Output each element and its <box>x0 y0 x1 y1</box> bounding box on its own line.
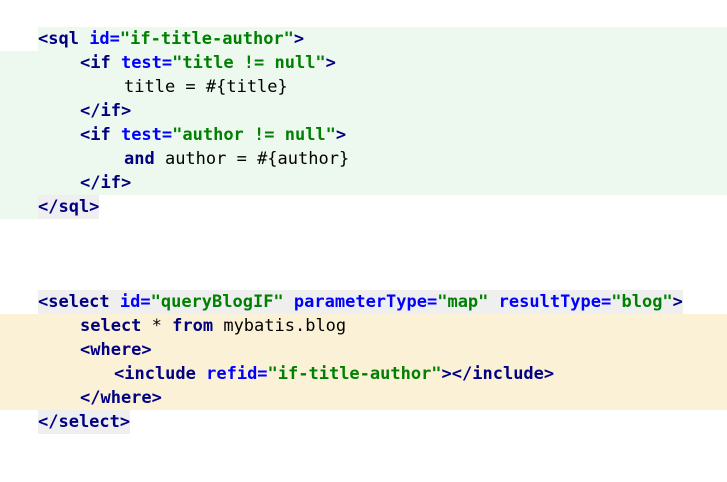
code-token: * <box>141 316 173 336</box>
code-token: "if-title-author" <box>119 29 294 49</box>
code-token: resultType= <box>498 292 612 312</box>
code-token: and <box>124 149 155 169</box>
code-token: </where> <box>80 388 162 408</box>
code-editor[interactable]: <sql id="if-title-author"> <if test="tit… <box>0 0 727 441</box>
code-token: <include <box>114 364 207 384</box>
code-token: <sql <box>38 29 90 49</box>
code-token: "queryBlogIF" <box>150 292 284 312</box>
code-token: <select <box>38 292 120 312</box>
code-token: "title != null" <box>172 53 326 73</box>
code-line: </if> <box>0 171 727 195</box>
line-5-text: and author = #{author} <box>124 147 349 171</box>
code-token: > <box>672 292 683 312</box>
code-token: > <box>335 125 347 145</box>
code-line: <if test="title != null"> <box>0 51 727 75</box>
code-token: </if> <box>80 173 132 193</box>
code-line: and author = #{author} <box>0 147 727 171</box>
code-token: <if <box>80 53 121 73</box>
code-line: <include refid="if-title-author"></inclu… <box>0 362 727 386</box>
code-line: </where> <box>0 386 727 410</box>
code-line: <select id="queryBlogIF" parameterType="… <box>0 290 727 314</box>
code-token: > <box>325 53 336 73</box>
code-line: <sql id="if-title-author"> <box>0 27 727 51</box>
code-line: </sql> <box>0 195 727 219</box>
code-line: <if test="author != null"> <box>0 123 727 147</box>
code-token: </select> <box>38 412 131 432</box>
line-1-text: <if test="title != null"> <box>80 51 336 75</box>
code-token: "author != null" <box>172 125 336 145</box>
code-line: title = #{title} <box>0 75 727 99</box>
code-line: </if> <box>0 99 727 123</box>
code-token: mybatis.blog <box>213 316 347 336</box>
code-token: </if> <box>80 101 132 121</box>
code-line: <where> <box>0 338 727 362</box>
code-token: select <box>80 316 142 336</box>
code-token: test= <box>120 125 173 145</box>
code-line: select * from mybatis.blog <box>0 314 727 338</box>
code-token: parameterType= <box>293 292 438 312</box>
code-token: id= <box>89 29 120 49</box>
line-13-text: </select> <box>38 410 131 434</box>
code-token: "map" <box>437 292 489 312</box>
code-token: test= <box>120 53 173 73</box>
code-token: </sql> <box>38 197 100 217</box>
line-0-text: <sql id="if-title-author"> <box>38 27 304 51</box>
code-token: "blog" <box>611 292 673 312</box>
line-6-text: </if> <box>80 171 131 195</box>
code-token: <if <box>80 125 121 145</box>
line-3-text: </if> <box>80 99 131 123</box>
line-10-text: <where> <box>80 338 152 362</box>
code-token: from <box>172 316 214 336</box>
line-7-text: </sql> <box>38 195 100 219</box>
code-line: </select> <box>0 410 727 434</box>
code-token: refid= <box>206 364 268 384</box>
code-token: id= <box>119 292 151 312</box>
code-token: ></include> <box>441 364 555 384</box>
code-token: <where> <box>80 340 152 360</box>
line-11-text: <include refid="if-title-author"></inclu… <box>114 362 554 386</box>
line-9-text: select * from mybatis.blog <box>80 314 346 338</box>
line-8-text: <select id="queryBlogIF" parameterType="… <box>38 290 683 314</box>
code-token: "if-title-author" <box>267 364 442 384</box>
code-token: title = #{title} <box>124 77 288 97</box>
line-12-text: </where> <box>80 386 162 410</box>
code-token: > <box>293 29 305 49</box>
code-token: author = #{author} <box>154 149 350 169</box>
line-4-text: <if test="author != null"> <box>80 123 346 147</box>
line-2-text: title = #{title} <box>124 75 288 99</box>
